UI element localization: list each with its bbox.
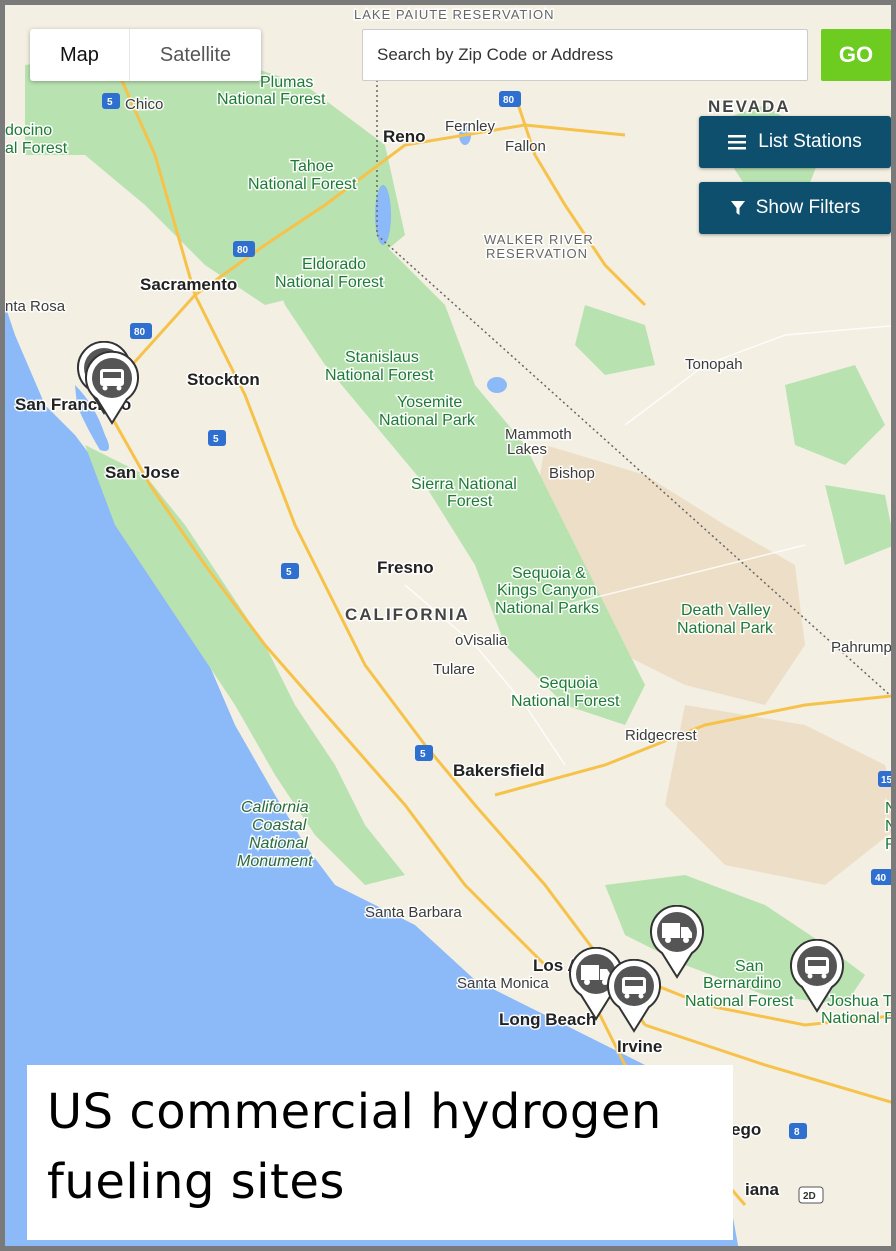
svg-text:Yosemite: Yosemite	[397, 394, 462, 411]
svg-text:Lakes: Lakes	[507, 441, 547, 458]
funnel-icon	[730, 200, 746, 216]
svg-text:docino: docino	[5, 122, 52, 139]
svg-text:National Park: National Park	[677, 620, 774, 637]
svg-text:California: California	[241, 799, 309, 816]
svg-text:Bernardino: Bernardino	[703, 975, 781, 992]
svg-text:nta Rosa: nta Rosa	[5, 298, 66, 315]
svg-text:National Parks: National Parks	[495, 600, 599, 617]
list-stations-label: List Stations	[758, 131, 862, 152]
bus-station-marker[interactable]	[83, 351, 141, 425]
svg-text:San: San	[735, 958, 763, 975]
svg-text:iana: iana	[745, 1180, 780, 1199]
svg-text:Stanislaus: Stanislaus	[345, 349, 419, 366]
svg-text:8: 8	[794, 1127, 800, 1138]
map-type-control: Map Satellite	[30, 29, 262, 81]
bus-station-marker[interactable]	[605, 959, 663, 1033]
svg-text:15: 15	[881, 775, 893, 786]
svg-text:LAKE PAIUTE RESERVATION: LAKE PAIUTE RESERVATION	[354, 7, 554, 22]
svg-text:Tonopah: Tonopah	[685, 356, 743, 373]
svg-text:Pahrump: Pahrump	[831, 639, 892, 656]
svg-text:National Forest: National Forest	[325, 367, 434, 384]
svg-text:Sierra National: Sierra National	[411, 476, 517, 493]
svg-text:Eldorado: Eldorado	[302, 256, 366, 273]
show-filters-label: Show Filters	[755, 197, 861, 218]
svg-text:Bishop: Bishop	[549, 465, 595, 482]
svg-text:80: 80	[134, 327, 146, 338]
svg-text:Fresno: Fresno	[377, 558, 434, 577]
svg-text:5: 5	[286, 567, 292, 578]
svg-text:Reno: Reno	[383, 127, 426, 146]
caption-line-1: US commercial hydrogen	[47, 1084, 662, 1140]
svg-text:Coastal: Coastal	[252, 817, 307, 834]
svg-text:Irvine: Irvine	[617, 1037, 662, 1056]
svg-text:80: 80	[503, 95, 515, 106]
svg-text:National: National	[249, 835, 308, 852]
svg-text:National Forest: National Forest	[275, 274, 384, 291]
svg-text:40: 40	[875, 873, 887, 884]
svg-text:N: N	[885, 818, 896, 835]
map-frame: 5 80 80 80 5 5 5 15 40 8 2D LAKE PAIUTE …	[0, 0, 896, 1251]
hamburger-menu-icon	[728, 134, 748, 150]
svg-text:Ridgecrest: Ridgecrest	[625, 727, 698, 744]
bus-station-marker[interactable]	[788, 939, 846, 1013]
svg-text:Stockton: Stockton	[187, 370, 260, 389]
svg-text:Forest: Forest	[447, 493, 493, 510]
caption-box: US commercial hydrogen fueling sites	[27, 1065, 733, 1240]
svg-text:National Forest: National Forest	[217, 91, 326, 108]
svg-text:Tahoe: Tahoe	[290, 158, 334, 175]
list-stations-button[interactable]: List Stations	[699, 116, 891, 168]
svg-text:oVisalia: oVisalia	[455, 632, 508, 649]
satellite-view-button[interactable]: Satellite	[128, 29, 261, 81]
svg-text:al Forest: al Forest	[5, 140, 68, 157]
svg-text:Plumas: Plumas	[260, 74, 313, 91]
svg-text:NEVADA: NEVADA	[708, 97, 791, 116]
svg-text:National Park: National Park	[379, 412, 476, 429]
svg-text:P: P	[885, 836, 896, 853]
svg-text:ego: ego	[731, 1120, 761, 1139]
svg-text:Sacramento: Sacramento	[140, 275, 237, 294]
svg-text:Fallon: Fallon	[505, 138, 546, 155]
svg-text:National Forest: National Forest	[685, 993, 794, 1010]
svg-text:Chico: Chico	[125, 96, 163, 113]
svg-text:CALIFORNIA: CALIFORNIA	[345, 605, 470, 624]
svg-text:2D: 2D	[803, 1191, 816, 1202]
svg-text:National Forest: National Forest	[511, 693, 620, 710]
svg-text:Tulare: Tulare	[433, 661, 475, 678]
svg-text:5: 5	[420, 749, 426, 760]
svg-text:Sequoia &: Sequoia &	[512, 565, 586, 582]
svg-text:Kings Canyon: Kings Canyon	[497, 582, 597, 599]
svg-text:80: 80	[237, 245, 249, 256]
svg-text:Sequoia: Sequoia	[539, 675, 598, 692]
svg-text:RESERVATION: RESERVATION	[486, 246, 588, 261]
caption-line-2: fueling sites	[47, 1154, 345, 1210]
svg-text:Death Valley: Death Valley	[681, 602, 771, 619]
svg-text:National Forest: National Forest	[248, 176, 357, 193]
svg-text:Monument: Monument	[237, 853, 313, 870]
map-view-button[interactable]: Map	[30, 29, 129, 81]
svg-text:Santa Barbara: Santa Barbara	[365, 904, 462, 921]
svg-text:Santa Monica: Santa Monica	[457, 975, 549, 992]
svg-text:N: N	[885, 800, 896, 817]
svg-text:5: 5	[107, 97, 113, 108]
show-filters-button[interactable]: Show Filters	[699, 182, 891, 234]
svg-text:Fernley: Fernley	[445, 118, 496, 135]
search-input[interactable]	[362, 29, 808, 81]
svg-text:5: 5	[213, 434, 219, 445]
svg-text:San Jose: San Jose	[105, 463, 180, 482]
svg-text:Bakersfield: Bakersfield	[453, 761, 545, 780]
go-button[interactable]: GO	[821, 29, 891, 81]
svg-text:WALKER RIVER: WALKER RIVER	[484, 232, 594, 247]
